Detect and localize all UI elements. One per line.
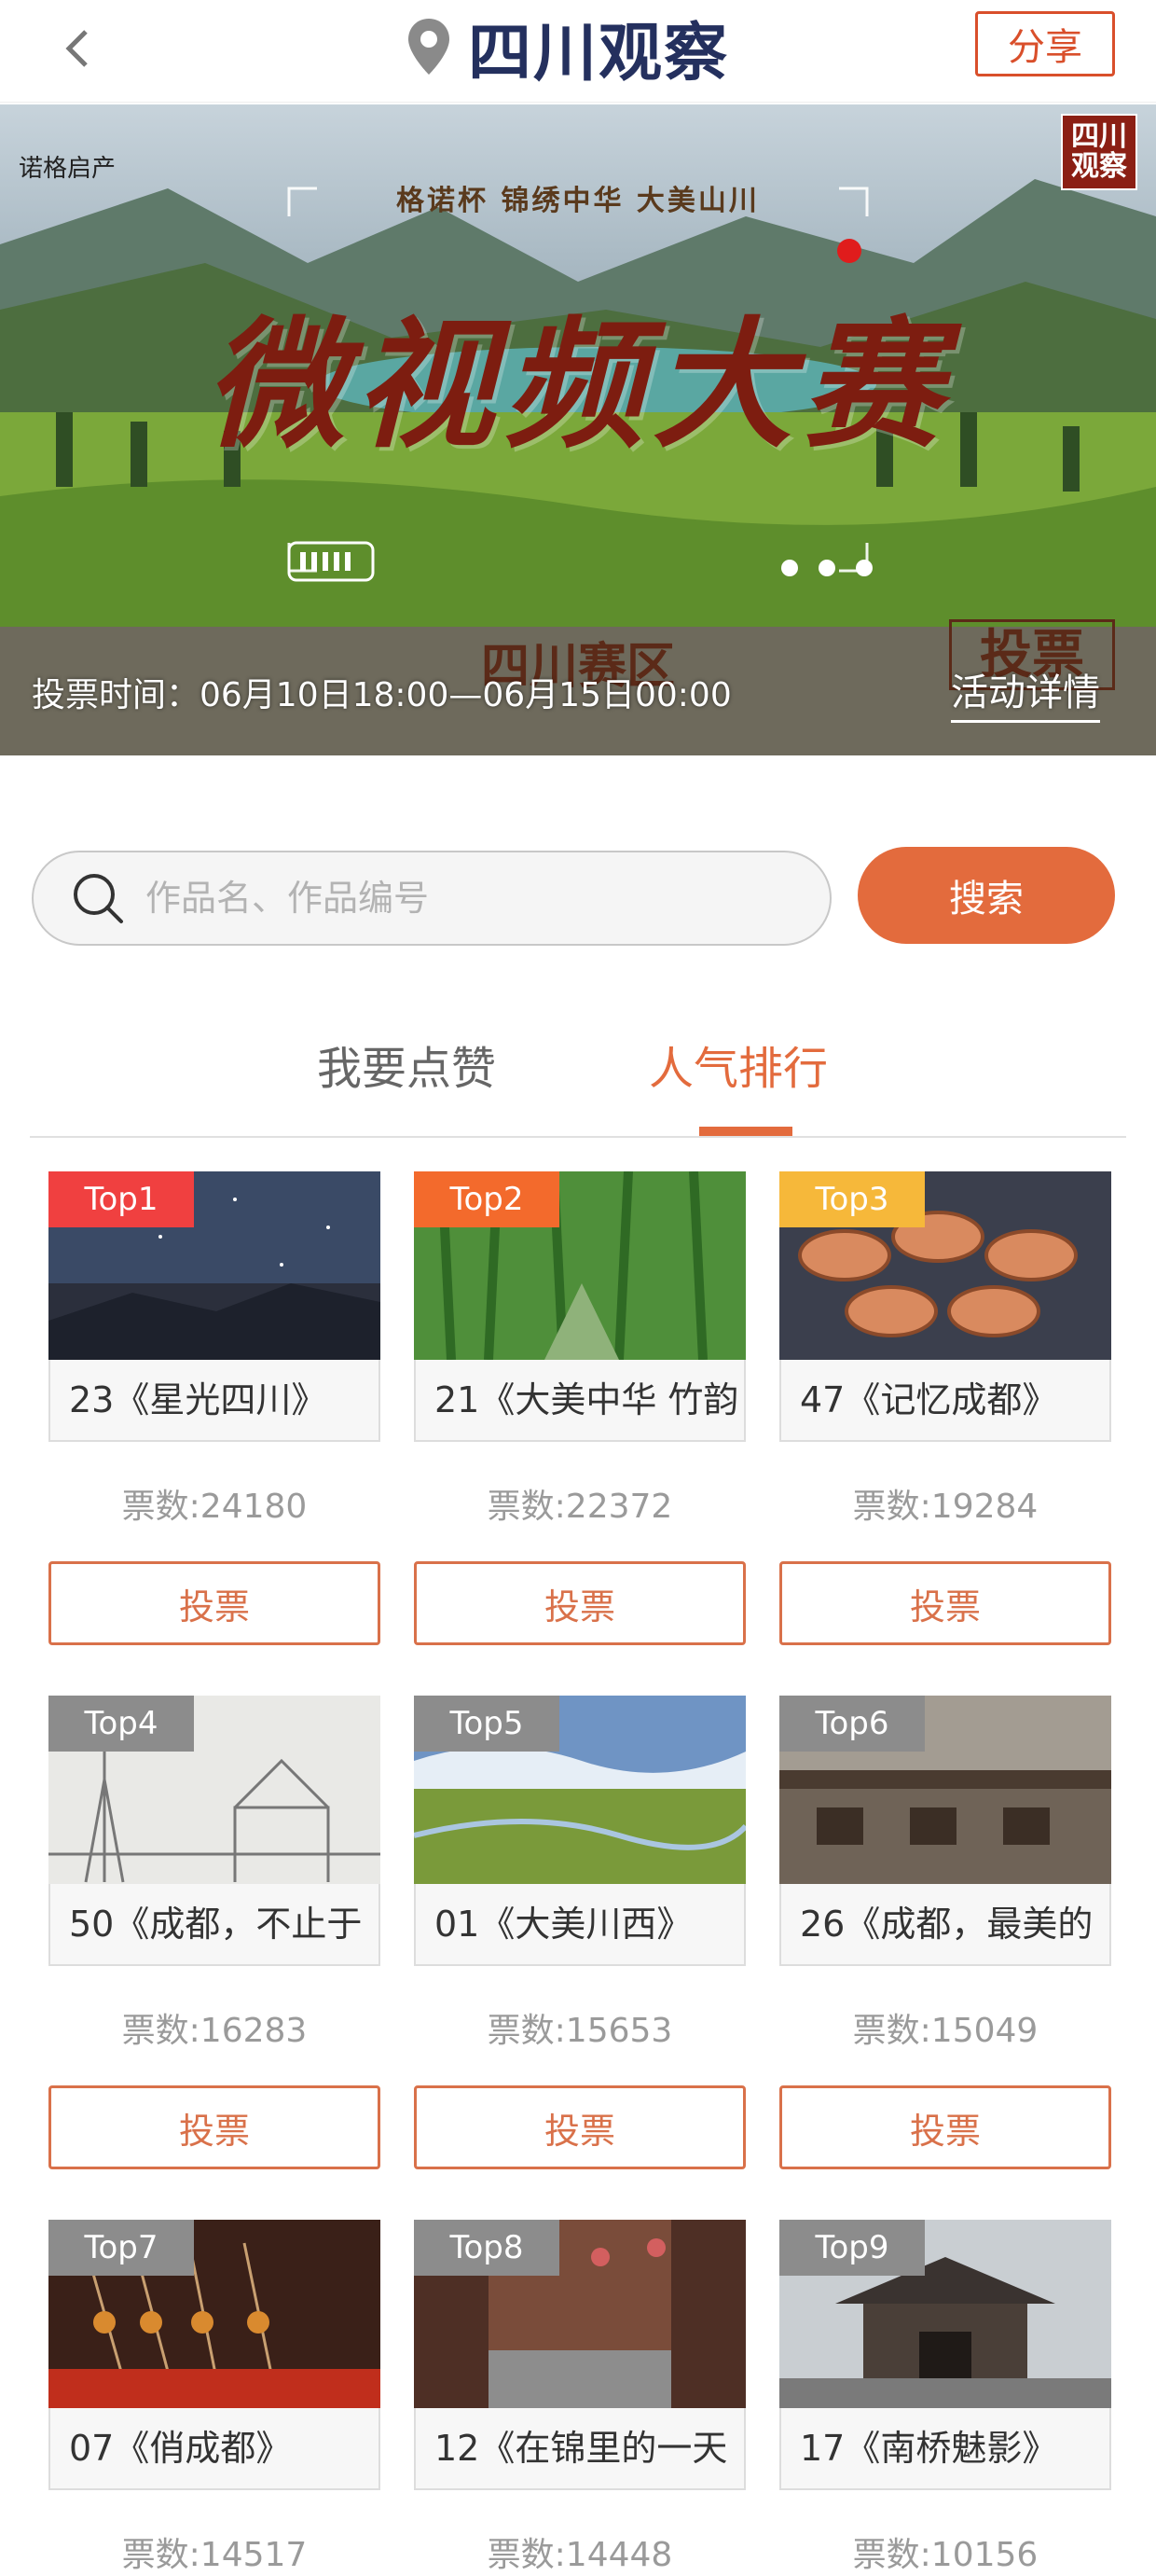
ranking-card[interactable]: Top3 47《记忆成都》票数:19284 投票 [779,1171,1111,1645]
vote-button[interactable]: 投票 [414,2085,746,2169]
vote-count: 票数:24180 [121,1488,308,1526]
activity-details-link[interactable]: 活动详情 [951,662,1100,723]
rank-badge: Top5 [414,1696,559,1752]
rank-badge: Top9 [779,2220,925,2276]
ranking-card[interactable]: Top2 21《大美中华 竹韵票数:22372 投票 [414,1171,746,1645]
video-thumbnail[interactable]: Top6 [779,1696,1111,1884]
vote-button[interactable]: 投票 [414,1561,746,1645]
video-thumbnail[interactable]: Top2 [414,1171,746,1360]
video-title[interactable]: 26《成都，最美的 [779,1884,1111,1966]
video-thumbnail[interactable]: Top3 [779,1171,1111,1360]
vote-count: 票数:15049 [852,2012,1039,2050]
corner-logo: 四川观察 [1061,114,1137,190]
rank-badge: Top1 [48,1171,194,1227]
back-button[interactable] [48,21,104,76]
search-button[interactable]: 搜索 [858,847,1115,944]
banner-title: 微视频大赛 [204,303,951,467]
chevron-left-icon [65,30,88,67]
video-thumbnail[interactable]: Top4 [48,1696,380,1884]
vote-button[interactable]: 投票 [48,1561,380,1645]
tab-bar: 我要点赞 人气排行 [30,998,1126,1138]
video-title[interactable]: 17《南桥魅影》 [779,2408,1111,2490]
ranking-card[interactable]: Top1 23《星光四川》票数:24180 投票 [48,1171,380,1645]
app-logo: 四川观察 [406,9,729,90]
vote-count: 票数:16283 [121,2012,308,2050]
ranking-card[interactable]: Top8 12《在锦里的一天票数:14448 [414,2220,746,2576]
record-dot-icon [837,239,861,263]
share-button[interactable]: 分享 [975,11,1115,76]
search-field[interactable] [32,851,832,946]
vote-count: 票数:15653 [487,2012,673,2050]
event-banner[interactable]: 诺格启产 格诺杯 锦绣中华 大美山川 微视频大赛 四川观察 四川赛区 投票 投票… [0,104,1156,755]
ranking-card[interactable]: Top7 07《俏成都》票数:14517 [48,2220,380,2576]
rank-badge: Top4 [48,1696,194,1752]
rank-badge: Top6 [779,1696,925,1752]
location-pin-icon [408,19,449,75]
logo-text: 四川观察 [468,16,730,90]
video-thumbnail[interactable]: Top9 [779,2220,1111,2408]
vote-count: 票数:10156 [852,2536,1039,2574]
video-thumbnail[interactable]: Top5 [414,1696,746,1884]
video-title[interactable]: 23《星光四川》 [48,1360,380,1442]
top-bar: 四川观察 分享 [0,0,1156,103]
banner-subtitle: 格诺杯 锦绣中华 大美山川 [396,185,760,217]
search-icon [74,874,123,923]
video-title[interactable]: 07《俏成都》 [48,2408,380,2490]
vote-button[interactable]: 投票 [779,2085,1111,2169]
ranking-card[interactable]: Top9 17《南桥魅影》票数:10156 [779,2220,1111,2576]
rank-badge: Top8 [414,2220,559,2276]
active-tab-indicator [699,1127,792,1136]
vote-button[interactable]: 投票 [48,2085,380,2169]
video-thumbnail[interactable]: Top8 [414,2220,746,2408]
vote-count: 票数:14517 [121,2536,308,2574]
vote-count: 票数:22372 [487,1488,673,1526]
rank-badge: Top3 [779,1171,925,1227]
carousel-dots [781,560,873,576]
vote-count: 票数:19284 [852,1488,1039,1526]
video-title[interactable]: 12《在锦里的一天 [414,2408,746,2490]
rank-badge: Top7 [48,2220,194,2276]
search-input[interactable] [145,878,779,919]
video-title[interactable]: 50《成都，不止于 [48,1884,380,1966]
video-title[interactable]: 01《大美川西》 [414,1884,746,1966]
vote-time-text: 投票时间：06月10日18:00—06月15日00:00 [32,676,732,714]
vote-count: 票数:14448 [487,2536,673,2574]
video-title[interactable]: 21《大美中华 竹韵 [414,1360,746,1442]
video-thumbnail[interactable]: Top1 [48,1171,380,1360]
tab-like[interactable]: 我要点赞 [317,1032,496,1097]
tab-popularity-ranking[interactable]: 人气排行 [649,1032,828,1097]
vote-button[interactable]: 投票 [779,1561,1111,1645]
ranking-card[interactable]: Top5 01《大美川西》票数:15653 投票 [414,1696,746,2169]
ranking-card[interactable]: Top6 26《成都，最美的票数:15049 投票 [779,1696,1111,2169]
video-title[interactable]: 47《记忆成都》 [779,1360,1111,1442]
rank-badge: Top2 [414,1171,559,1227]
ranking-card[interactable]: Top4 50《成都，不止于票数:16283 投票 [48,1696,380,2169]
video-thumbnail[interactable]: Top7 [48,2220,380,2408]
